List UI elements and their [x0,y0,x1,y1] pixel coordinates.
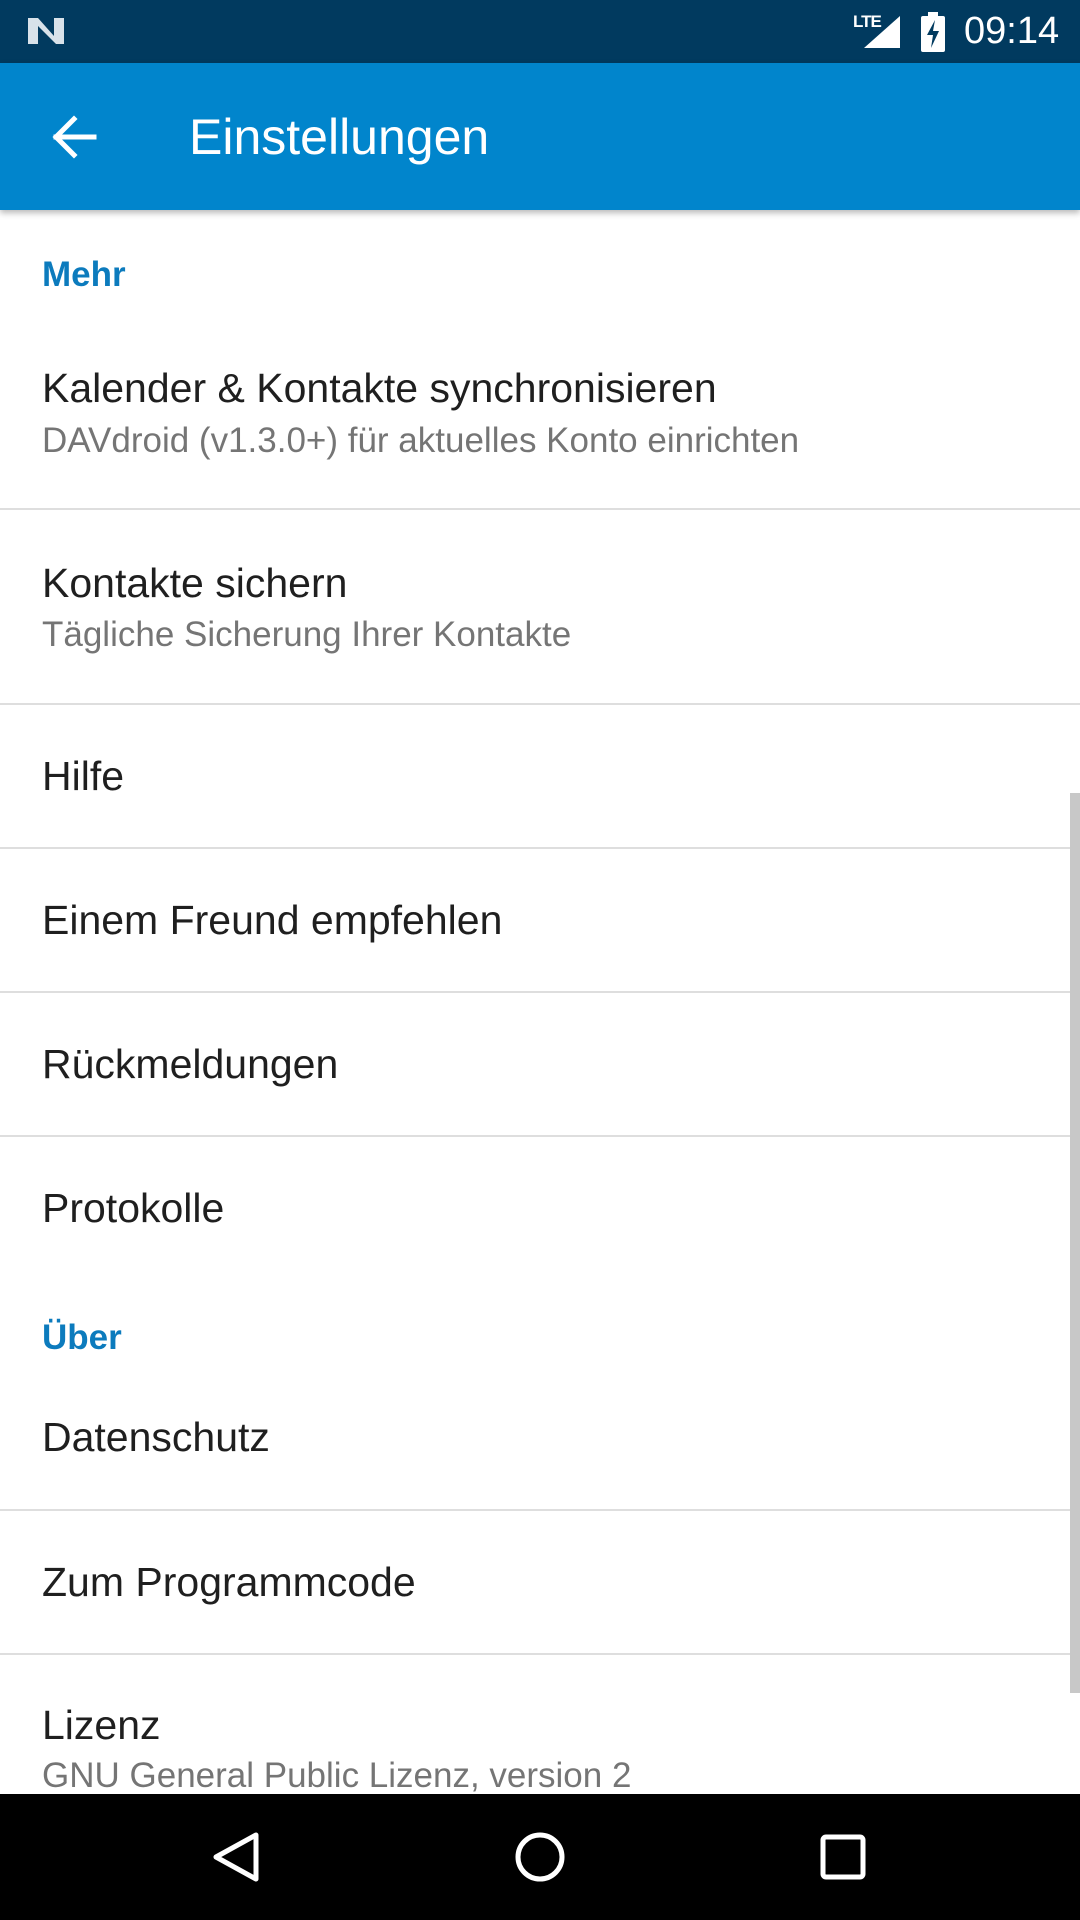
recents-square-icon[interactable] [813,1827,873,1887]
setting-subtitle: DAVdroid (v1.3.0+) für aktuelles Konto e… [42,421,800,460]
app-bar: Einstellungen [0,63,1080,210]
signal-icon [864,16,900,48]
setting-title: Lizenz [42,1702,161,1748]
page-title: Einstellungen [189,109,490,165]
setting-title: Kalender & Kontakte synchronisieren [42,365,717,411]
setting-license[interactable]: Lizenz GNU General Public Lizenz, versio… [0,1655,1080,1794]
status-bar: LTE 09:14 [0,0,1080,63]
setting-sync-calendar-contacts[interactable]: Kalender & Kontakte synchronisieren DAVd… [0,310,1080,510]
setting-title: Rückmeldungen [42,1041,339,1087]
home-circle-icon[interactable] [510,1827,570,1887]
setting-recommend-friend[interactable]: Einem Freund empfehlen [0,849,1080,993]
setting-title: Zum Programmcode [42,1559,416,1605]
setting-subtitle: Tägliche Sicherung Ihrer Kontakte [42,615,572,654]
section-header-mehr: Mehr [42,255,126,294]
setting-help[interactable]: Hilfe [0,705,1080,849]
battery-charging-icon [921,12,945,52]
setting-title: Hilfe [42,753,125,799]
back-triangle-icon[interactable] [206,1827,266,1887]
setting-backup-contacts[interactable]: Kontakte sichern Tägliche Sicherung Ihre… [0,510,1080,705]
setting-source-code[interactable]: Zum Programmcode [0,1511,1080,1655]
section-header-ueber: Über [42,1318,122,1357]
setting-title: Datenschutz [42,1414,270,1460]
navigation-bar [0,1794,1080,1920]
setting-title: Kontakte sichern [42,560,348,606]
setting-logs[interactable]: Protokolle [0,1137,1080,1281]
setting-title: Einem Freund empfehlen [42,897,503,943]
setting-feedback[interactable]: Rückmeldungen [0,993,1080,1137]
scrollbar[interactable] [1070,793,1080,1693]
settings-list[interactable]: Mehr Kalender & Kontakte synchronisieren… [0,210,1080,1794]
setting-title: Protokolle [42,1185,225,1231]
clock: 09:14 [964,10,1060,52]
notification-n-icon [28,18,64,44]
setting-privacy[interactable]: Datenschutz [0,1376,1080,1511]
setting-subtitle: GNU General Public Lizenz, version 2 [42,1756,632,1794]
arrow-back-icon[interactable] [48,111,100,163]
